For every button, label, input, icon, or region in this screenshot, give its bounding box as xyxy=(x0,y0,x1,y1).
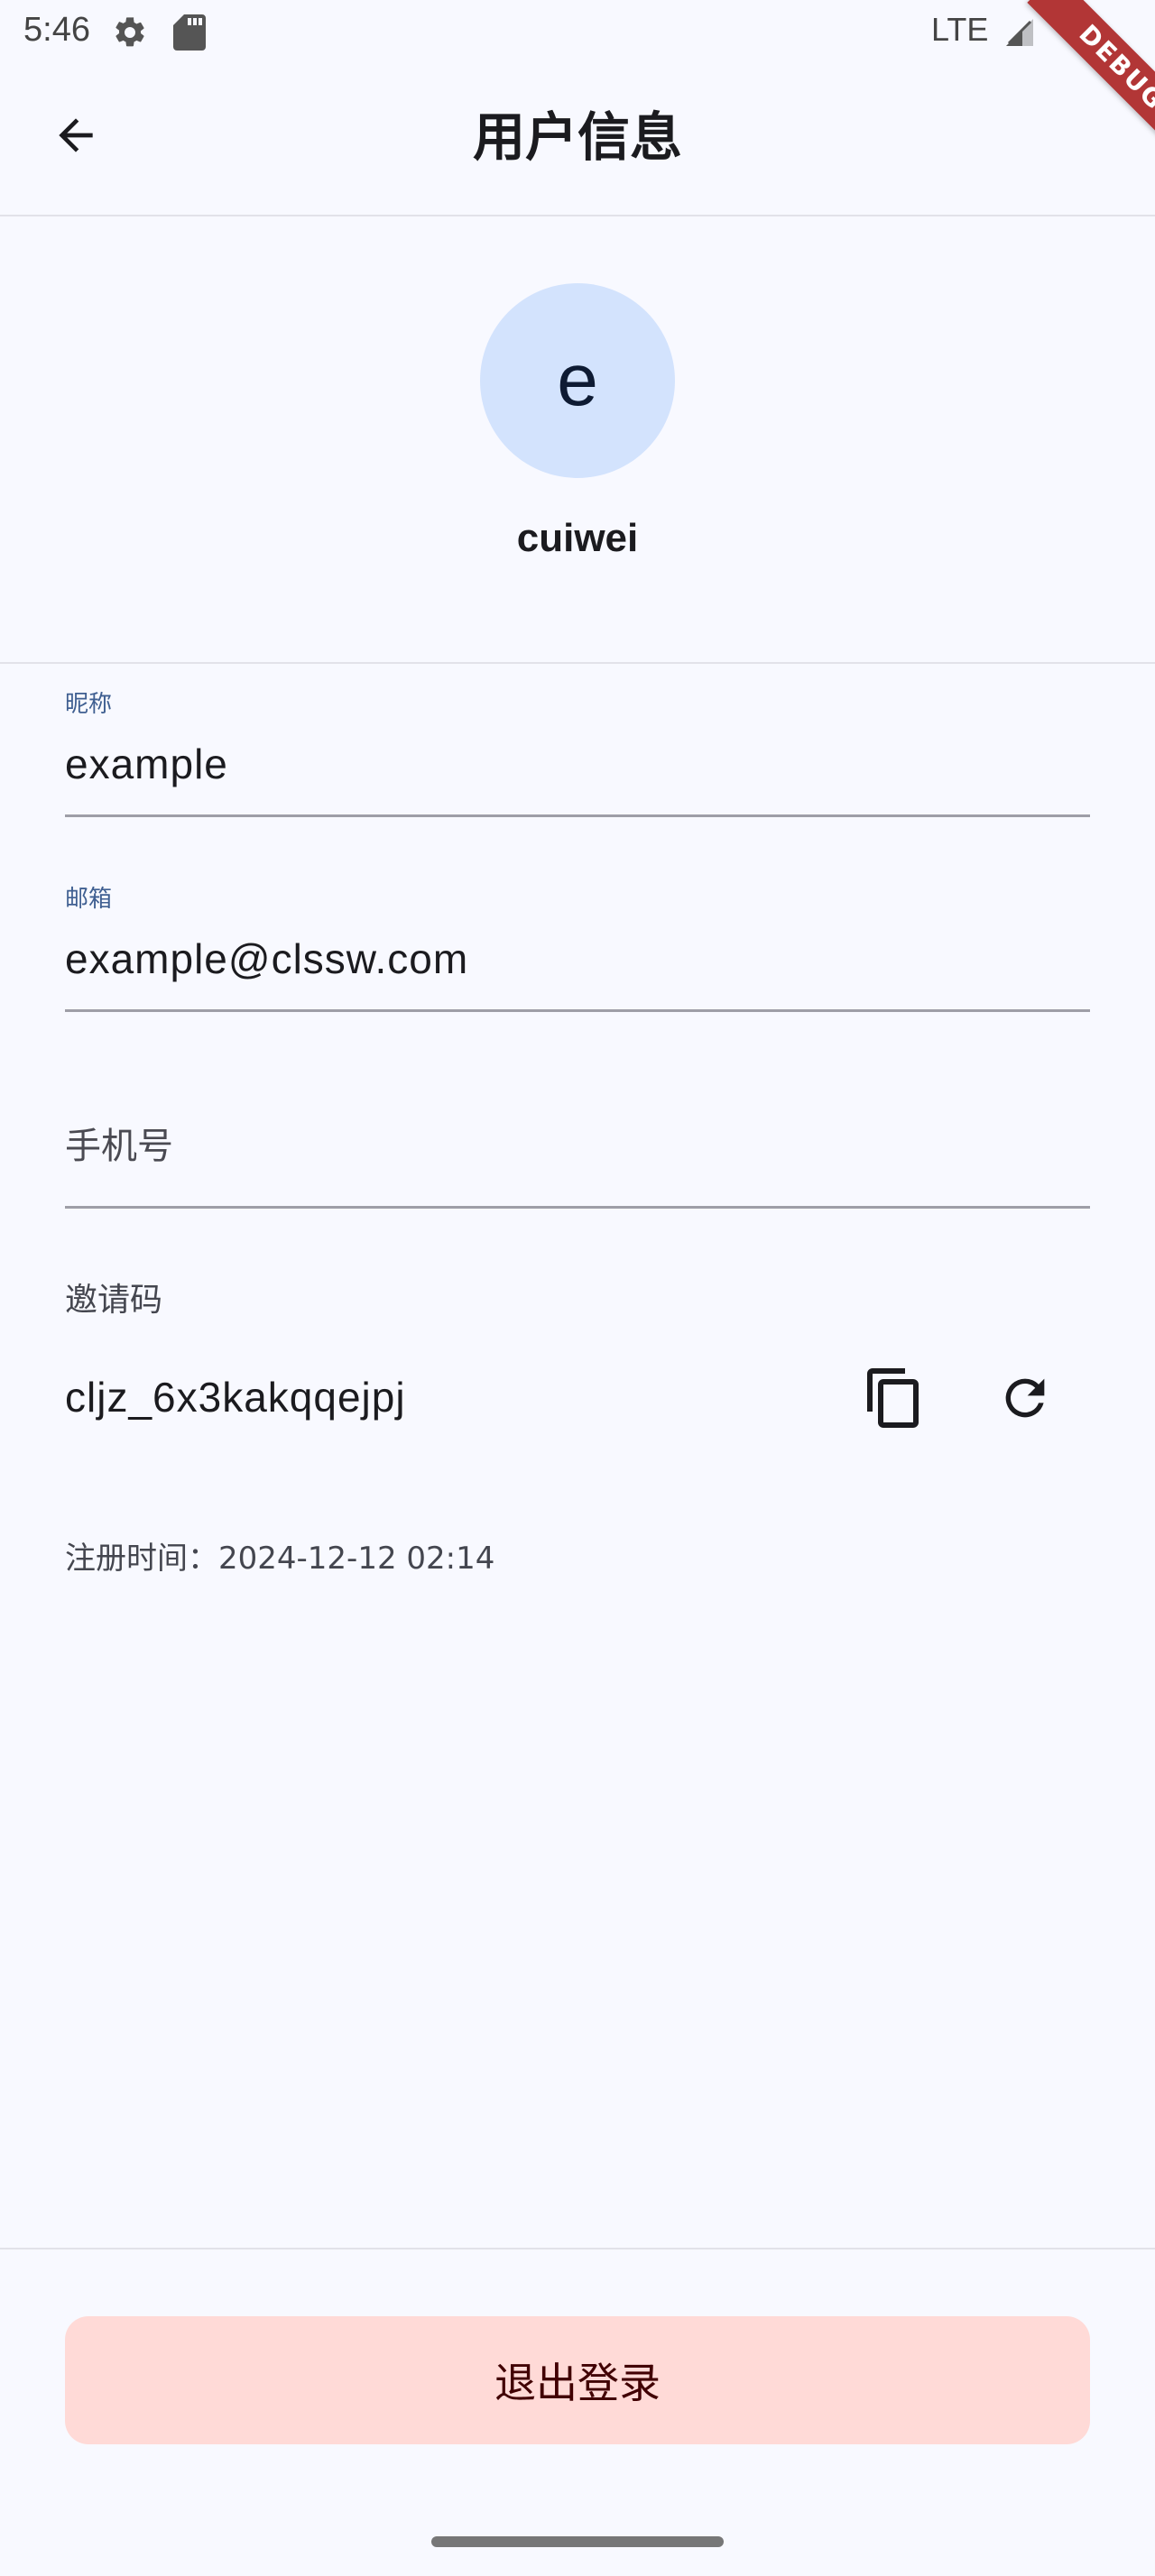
email-value[interactable]: example@clssw.com xyxy=(65,934,468,983)
network-type: LTE xyxy=(931,11,989,48)
status-time: 5:46 xyxy=(23,11,90,49)
nickname-value[interactable]: example xyxy=(65,740,228,788)
email-label: 邮箱 xyxy=(65,886,113,913)
register-time: 注册时间：2024-12-12 02:14 xyxy=(65,1541,495,1577)
profile-header: e cuiwei xyxy=(0,218,1155,664)
home-indicator[interactable] xyxy=(431,2536,724,2547)
sd-card-icon xyxy=(173,14,206,51)
bottom-divider xyxy=(0,2248,1155,2249)
phone-placeholder: 手机号 xyxy=(65,1126,173,1167)
phone-field[interactable]: 手机号 xyxy=(65,1077,1090,1209)
refresh-icon xyxy=(996,1369,1054,1431)
invite-code-label: 邀请码 xyxy=(65,1282,163,1319)
invite-code-value: cljz_6x3kakqqejpj xyxy=(65,1374,406,1421)
refresh-button[interactable] xyxy=(982,1357,1068,1443)
copy-icon xyxy=(862,1366,927,1434)
username: cuiwei xyxy=(516,516,639,560)
gear-icon xyxy=(112,14,148,51)
app-bar: 用户信息 xyxy=(0,65,1155,216)
page-title: 用户信息 xyxy=(472,106,682,168)
copy-button[interactable] xyxy=(851,1357,938,1443)
avatar: e xyxy=(480,283,675,478)
nickname-field[interactable]: 昵称 example xyxy=(65,685,1090,817)
nickname-label: 昵称 xyxy=(65,691,113,718)
email-field[interactable]: 邮箱 example@clssw.com xyxy=(65,880,1090,1012)
status-bar: 5:46 LTE DEBUG xyxy=(0,0,1155,162)
logout-button[interactable]: 退出登录 xyxy=(65,2316,1090,2444)
